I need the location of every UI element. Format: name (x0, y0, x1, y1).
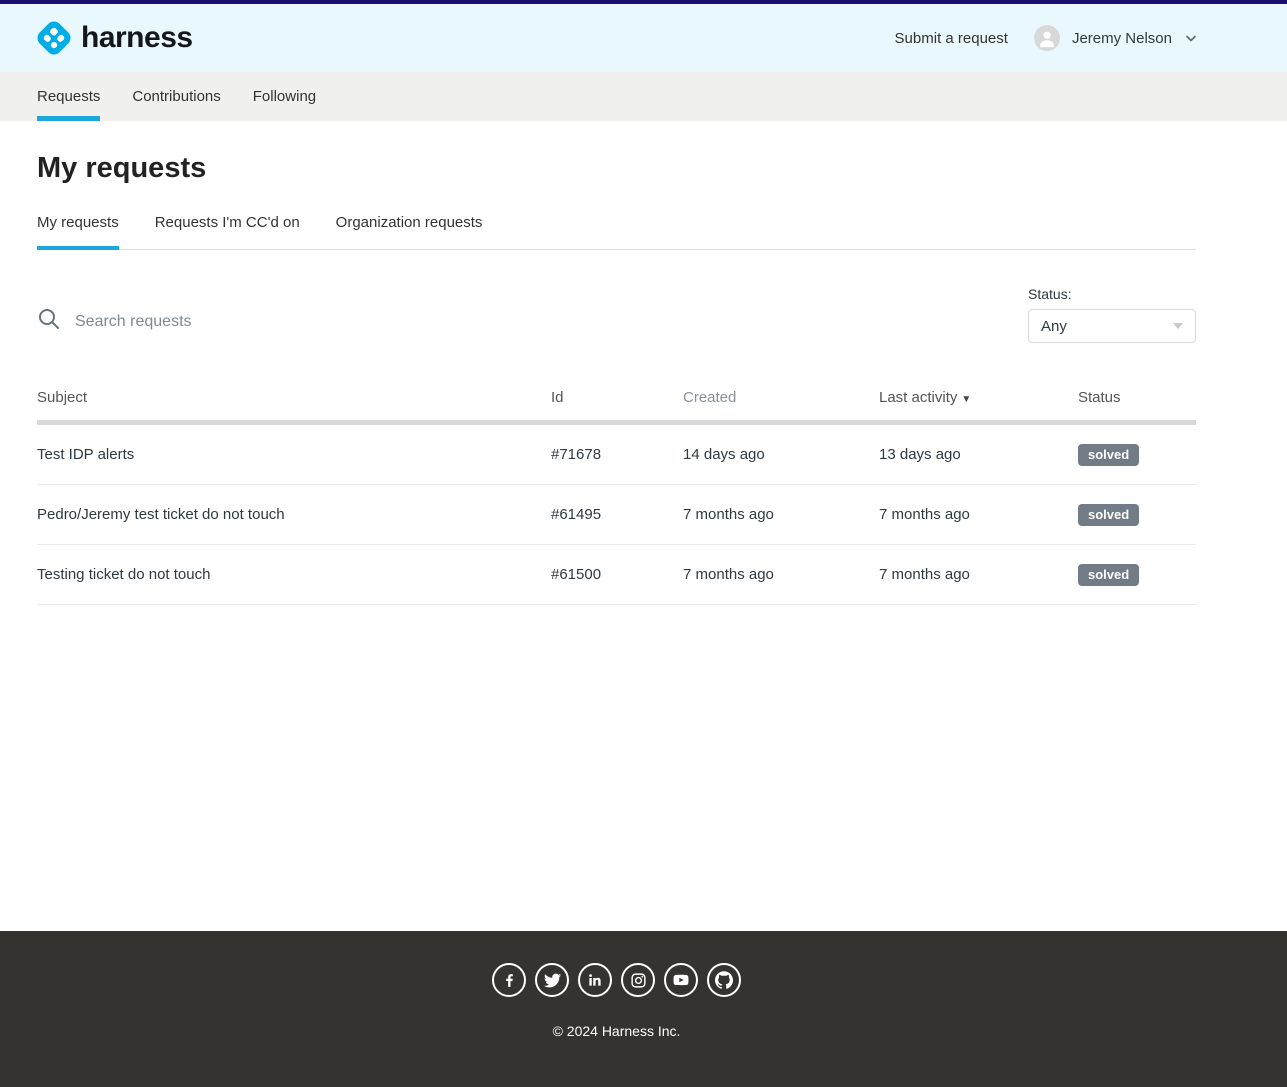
header-subject[interactable]: Subject (37, 389, 551, 406)
search-box (37, 307, 1028, 336)
request-created: 14 days ago (683, 446, 879, 463)
request-created: 7 months ago (683, 566, 879, 583)
subtab-my-requests[interactable]: My requests (37, 214, 119, 249)
main-nav: Requests Contributions Following (0, 72, 1287, 121)
caret-down-icon (1173, 323, 1183, 329)
request-last-activity: 13 days ago (879, 446, 1078, 463)
site-header: harness Submit a request Jeremy Nelson (0, 4, 1287, 72)
table-header-row: Subject Id Created Last activity▼ Status (37, 389, 1196, 425)
facebook-icon[interactable] (492, 963, 526, 997)
search-icon (37, 307, 61, 336)
status-filter-value: Any (1041, 318, 1067, 335)
submit-request-link[interactable]: Submit a request (895, 30, 1008, 47)
header-created[interactable]: Created (683, 389, 879, 406)
twitter-icon[interactable] (535, 963, 569, 997)
request-subtabs: My requests Requests I'm CC'd on Organiz… (37, 214, 1196, 250)
nav-tab-requests[interactable]: Requests (37, 72, 100, 121)
table-row[interactable]: Pedro/Jeremy test ticket do not touch #6… (37, 485, 1196, 545)
header-last-activity[interactable]: Last activity▼ (879, 389, 1078, 406)
requests-table: Subject Id Created Last activity▼ Status… (37, 389, 1196, 605)
request-status: solved (1078, 504, 1196, 526)
request-id: #61495 (551, 506, 683, 523)
harness-logo-icon (34, 18, 74, 58)
request-id: #71678 (551, 446, 683, 463)
request-status: solved (1078, 564, 1196, 586)
table-body: Test IDP alerts #71678 14 days ago 13 da… (37, 425, 1196, 605)
copyright-text: © 2024 Harness Inc. (37, 1023, 1196, 1039)
subtab-organization-requests[interactable]: Organization requests (336, 214, 483, 249)
page: harness Submit a request Jeremy Nelson R… (0, 0, 1287, 1087)
status-filter-select[interactable]: Any (1028, 309, 1196, 343)
instagram-icon[interactable] (621, 963, 655, 997)
header-id[interactable]: Id (551, 389, 683, 406)
status-badge: solved (1078, 504, 1139, 526)
request-last-activity: 7 months ago (879, 506, 1078, 523)
request-subject[interactable]: Pedro/Jeremy test ticket do not touch (37, 506, 551, 523)
site-footer: © 2024 Harness Inc. (0, 931, 1287, 1087)
status-filter-label: Status: (1028, 286, 1196, 302)
logo-text: harness (81, 21, 193, 55)
filter-toolbar: Status: Any (37, 286, 1196, 343)
request-subject[interactable]: Testing ticket do not touch (37, 566, 551, 583)
page-title: My requests (37, 152, 1196, 185)
chevron-down-icon[interactable] (1186, 29, 1196, 47)
search-input[interactable] (73, 312, 493, 332)
status-badge: solved (1078, 564, 1139, 586)
avatar[interactable] (1034, 25, 1060, 51)
table-row[interactable]: Test IDP alerts #71678 14 days ago 13 da… (37, 425, 1196, 485)
header-status[interactable]: Status (1078, 389, 1196, 406)
youtube-icon[interactable] (664, 963, 698, 997)
request-subject[interactable]: Test IDP alerts (37, 446, 551, 463)
nav-tab-contributions[interactable]: Contributions (132, 72, 220, 121)
status-filter: Status: Any (1028, 286, 1196, 343)
main-content: My requests My requests Requests I'm CC'… (37, 121, 1196, 605)
github-icon[interactable] (707, 963, 741, 997)
request-id: #61500 (551, 566, 683, 583)
status-badge: solved (1078, 444, 1139, 466)
request-last-activity: 7 months ago (879, 566, 1078, 583)
social-links (37, 963, 1196, 997)
request-created: 7 months ago (683, 506, 879, 523)
request-status: solved (1078, 444, 1196, 466)
nav-tab-following[interactable]: Following (253, 72, 316, 121)
linkedin-icon[interactable] (578, 963, 612, 997)
harness-logo[interactable]: harness (37, 18, 193, 58)
sort-desc-icon: ▼ (961, 394, 971, 405)
subtab-ccd-requests[interactable]: Requests I'm CC'd on (155, 214, 300, 249)
table-row[interactable]: Testing ticket do not touch #61500 7 mon… (37, 545, 1196, 605)
user-icon (1036, 27, 1058, 49)
user-menu[interactable]: Jeremy Nelson (1072, 30, 1172, 47)
